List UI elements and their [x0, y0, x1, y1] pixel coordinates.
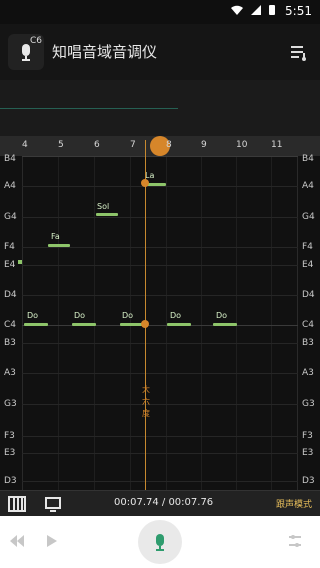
grid-row-line [22, 186, 298, 187]
scale-note: G3 [4, 399, 17, 409]
scale-note: A3 [302, 368, 314, 378]
menu-icon[interactable] [288, 41, 310, 63]
note-bar [167, 323, 191, 326]
interval-label: 大六度 [142, 385, 150, 418]
waveform-strip [0, 80, 320, 136]
ruler-tick: 7 [130, 140, 136, 150]
playback-timer: 00:07.74 / 00:07.76 [114, 497, 214, 508]
battery-icon [269, 5, 275, 15]
status-icons [230, 4, 276, 16]
note-bar [72, 323, 96, 326]
time-ruler[interactable]: 4 5 6 7 8 9 10 11 [0, 136, 320, 156]
screen-icon[interactable] [44, 495, 62, 513]
note-label: Do [27, 311, 39, 320]
scale-note: F4 [302, 242, 313, 252]
note-bar [24, 323, 48, 326]
note-label: Sol [97, 202, 110, 211]
play-icon[interactable] [42, 532, 60, 550]
grid-row-line [22, 481, 298, 482]
grid-row-line [22, 343, 298, 344]
app-logo: C6 [8, 34, 44, 70]
ruler-tick: 4 [22, 140, 28, 150]
grid-row-line [22, 325, 298, 326]
note-bar [146, 183, 166, 186]
edge-marker [18, 260, 22, 264]
scale-note: D4 [4, 290, 17, 300]
scale-note: E3 [302, 448, 314, 458]
left-note-scale: B4 A4 G4 F4 E4 D4 C4 B3 A3 G3 F3 E3 D3 [0, 154, 23, 490]
mic-button[interactable] [138, 520, 182, 564]
scale-note: G4 [4, 212, 17, 222]
mode-label[interactable]: 跟声模式 [276, 497, 312, 510]
grid-row-line [22, 217, 298, 218]
grid-column-line [271, 156, 272, 490]
note-bar [96, 213, 118, 216]
note-bar [48, 244, 70, 247]
wifi-icon [231, 5, 243, 15]
ruler-tick: 10 [236, 140, 248, 150]
scale-note: A4 [4, 181, 16, 191]
note-label: Do [74, 311, 86, 320]
note-bar [213, 323, 237, 326]
scale-note: B3 [4, 338, 16, 348]
scale-note: D3 [4, 476, 17, 486]
ruler-tick: 11 [271, 140, 283, 150]
scale-note: E4 [4, 260, 16, 270]
scale-note: E3 [4, 448, 16, 458]
note-label: Do [170, 311, 182, 320]
scale-note: D3 [302, 476, 315, 486]
note-label: Fa [51, 232, 60, 241]
scale-note: B4 [302, 154, 314, 164]
status-time: 5:51 [285, 4, 312, 18]
note-label: Do [122, 311, 134, 320]
grid-column-line [201, 156, 202, 490]
right-note-scale: B4 A4 G4 F4 E4 D4 C4 B3 A3 G3 F3 E3 D3 [297, 154, 320, 490]
playhead-current-dot [141, 320, 149, 328]
app-bar: C6 知唱音域音调仪 [0, 24, 320, 81]
ruler-tick: 5 [58, 140, 64, 150]
scale-note: C4 [302, 320, 315, 330]
scale-note: F3 [302, 431, 313, 441]
ruler-tick: 6 [94, 140, 100, 150]
bottom-toolbar: 00:07.74 / 00:07.76 跟声模式 [0, 490, 320, 517]
scale-note: A4 [302, 181, 314, 191]
scale-note: G4 [302, 212, 315, 222]
grid-row-line [22, 156, 298, 157]
note-label: Do [216, 311, 228, 320]
settings-sliders-icon[interactable] [286, 532, 304, 550]
scale-note: A3 [4, 368, 16, 378]
scale-note: F4 [4, 242, 15, 252]
grid-row-line [22, 404, 298, 405]
scale-note: D4 [302, 290, 315, 300]
rewind-icon[interactable] [8, 532, 26, 550]
scale-note: F3 [4, 431, 15, 441]
control-bar [0, 516, 320, 568]
ruler-tick: 9 [201, 140, 207, 150]
piano-icon[interactable] [8, 495, 26, 513]
ruler-tick: 8 [166, 140, 172, 150]
grid-column-line [58, 156, 59, 490]
playhead-top-dot [141, 179, 149, 187]
grid-row-line [22, 436, 298, 437]
scale-note: E4 [302, 260, 314, 270]
microphone-icon [156, 534, 164, 551]
page-title: 知唱音域音调仪 [52, 43, 158, 61]
logo-badge: C6 [29, 36, 42, 46]
grid-row-line [22, 453, 298, 454]
grid-row-line [22, 247, 298, 248]
grid-row-line [22, 265, 298, 266]
waveform-line [0, 108, 178, 109]
grid-row-line [22, 295, 298, 296]
scale-note: B3 [302, 338, 314, 348]
scale-note: G3 [302, 399, 315, 409]
status-bar: 5:51 [0, 0, 320, 24]
pitch-grid[interactable]: B4 A4 G4 F4 E4 D4 C4 B3 A3 G3 F3 E3 D3 B… [0, 140, 320, 490]
scale-note: C4 [4, 320, 17, 330]
scale-note: B4 [4, 154, 16, 164]
grid-row-line [22, 373, 298, 374]
signal-icon [251, 5, 261, 15]
playhead-line [145, 140, 146, 490]
